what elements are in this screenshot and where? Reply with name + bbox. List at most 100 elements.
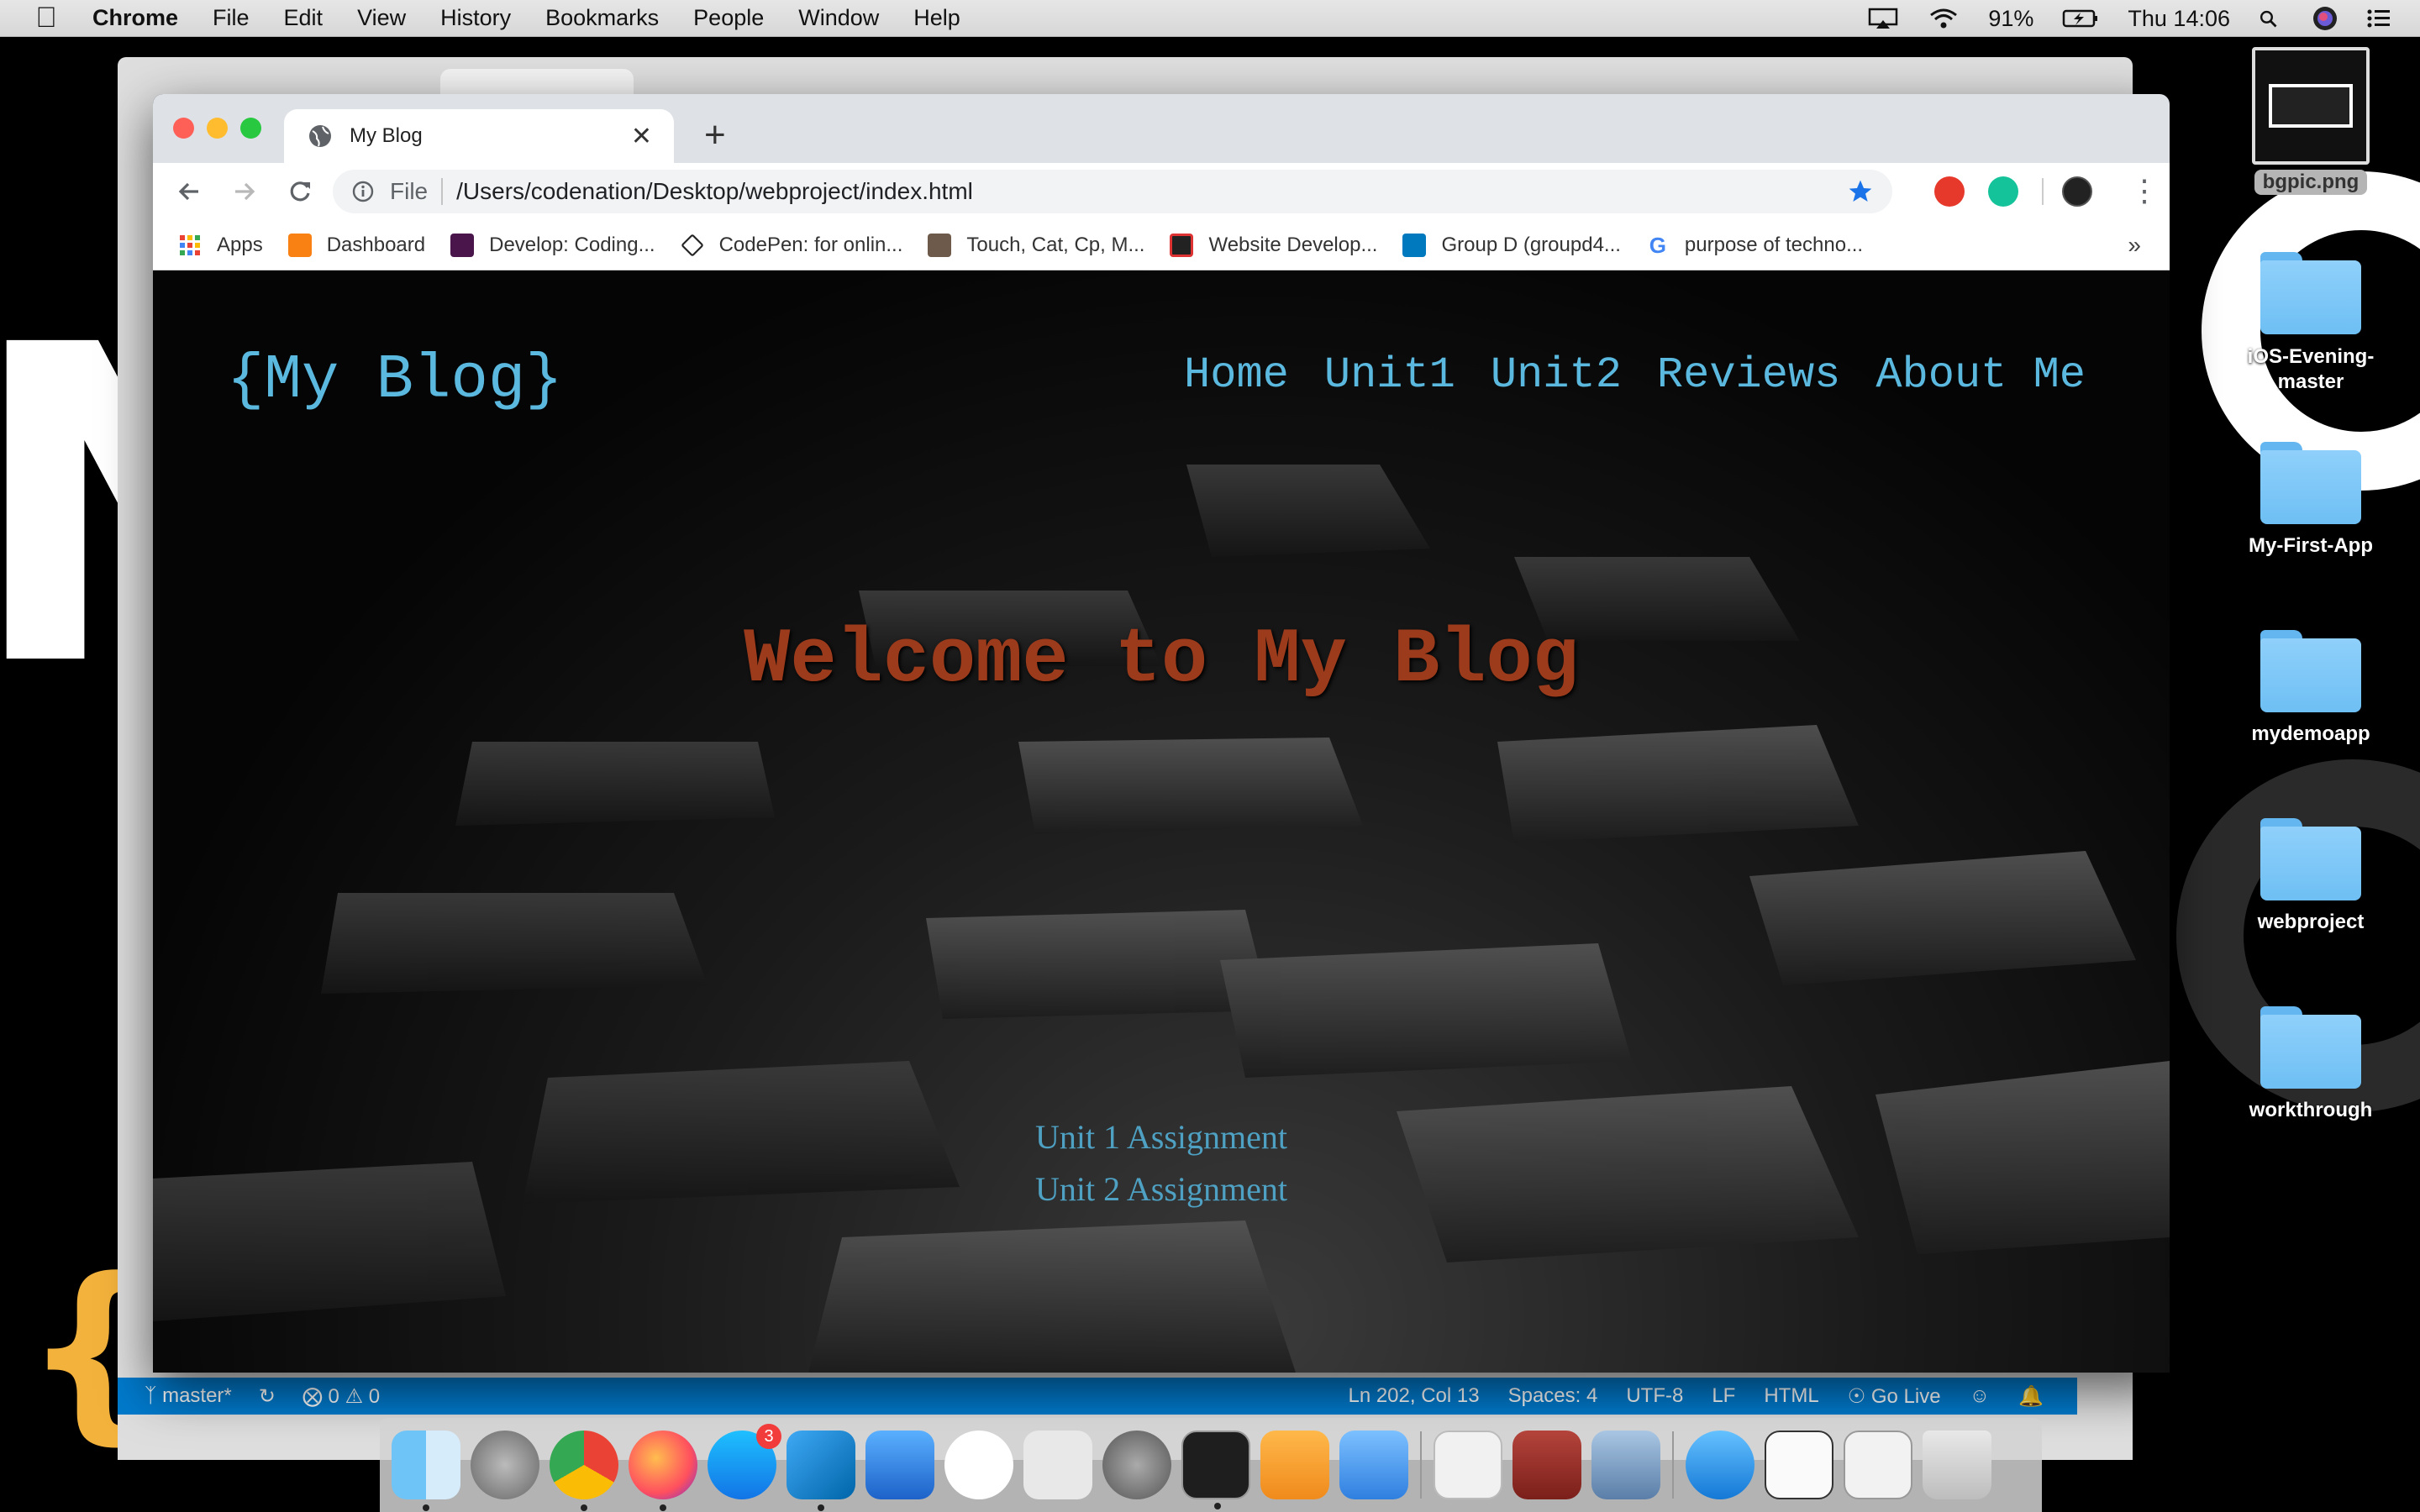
folder-icon: [2260, 1006, 2361, 1089]
minimize-window-button[interactable]: [207, 118, 228, 139]
bookmark-apps[interactable]: Apps: [178, 234, 263, 257]
git-branch[interactable]: ᛉ master*: [145, 1384, 232, 1408]
firefox-icon[interactable]: [629, 1431, 697, 1511]
tab-title: My Blog: [350, 124, 423, 147]
tab-my-blog[interactable]: My Blog ✕: [284, 109, 674, 163]
battery-icon[interactable]: [2062, 8, 2099, 29]
dictionary-icon[interactable]: [1512, 1431, 1581, 1499]
screenshots-stack-icon[interactable]: [1844, 1431, 1912, 1499]
notifications-bell-icon[interactable]: 🔔: [2018, 1384, 2044, 1409]
xcode-icon[interactable]: [865, 1431, 934, 1499]
moodle-icon: [287, 233, 312, 257]
menu-view[interactable]: View: [357, 5, 406, 31]
menu-bookmarks[interactable]: Bookmarks: [545, 5, 659, 31]
menu-file[interactable]: File: [213, 5, 250, 31]
new-tab-button[interactable]: +: [704, 114, 726, 156]
bookmarks-overflow-button[interactable]: »: [2128, 232, 2141, 259]
back-button[interactable]: [170, 172, 208, 211]
dock-separator: [1672, 1431, 1674, 1499]
applications-folder-icon[interactable]: [1686, 1431, 1754, 1499]
notification-center-icon[interactable]: [2366, 8, 2391, 29]
desktop-icon-workthrough[interactable]: workthrough: [2235, 1006, 2386, 1122]
finder-icon[interactable]: [392, 1431, 460, 1511]
nav-unit1[interactable]: Unit1: [1324, 350, 1455, 400]
encoding[interactable]: UTF-8: [1626, 1384, 1683, 1408]
preview-icon[interactable]: [1434, 1431, 1502, 1499]
sync-icon[interactable]: ↻: [259, 1384, 276, 1409]
bookmark-touch-cat[interactable]: Touch, Cat, Cp, M...: [928, 233, 1144, 257]
vscode-icon[interactable]: [786, 1431, 855, 1511]
bookmark-website-develop[interactable]: Website Develop...: [1170, 233, 1378, 257]
nav-home[interactable]: Home: [1184, 350, 1289, 400]
bookmark-purpose-techno[interactable]: G purpose of techno...: [1645, 233, 1863, 257]
siri-icon[interactable]: [2312, 6, 2338, 31]
address-bar[interactable]: File /Users/codenation/Desktop/webprojec…: [333, 170, 1892, 213]
trash-icon[interactable]: [1923, 1431, 1991, 1499]
menu-help[interactable]: Help: [913, 5, 960, 31]
screenshot-icon[interactable]: [1023, 1431, 1092, 1499]
image-capture-icon[interactable]: [1591, 1431, 1660, 1499]
tab-strip: My Blog ✕ +: [153, 94, 2170, 163]
app-store-icon[interactable]: 3: [708, 1424, 781, 1499]
nav-about-me[interactable]: About Me: [1876, 350, 2086, 400]
folder-icon: [2260, 252, 2361, 334]
menu-window[interactable]: Window: [798, 5, 879, 31]
bookmark-develop-coding[interactable]: Develop: Coding...: [450, 233, 655, 257]
menubar-clock[interactable]: Thu 14:06: [2128, 6, 2230, 32]
chrome-icon[interactable]: [550, 1431, 618, 1511]
close-tab-icon[interactable]: ✕: [631, 122, 652, 151]
reload-button[interactable]: [281, 172, 319, 211]
bookmark-codepen[interactable]: CodePen: for onlin...: [680, 234, 902, 257]
desktop-icon-mydemoapp[interactable]: mydemoapp: [2235, 630, 2386, 746]
system-preferences-icon[interactable]: [1102, 1431, 1171, 1499]
language-mode[interactable]: HTML: [1764, 1384, 1818, 1408]
indentation[interactable]: Spaces: 4: [1508, 1384, 1598, 1408]
close-window-button[interactable]: [173, 118, 194, 139]
go-live-button[interactable]: ☉ Go Live: [1848, 1384, 1941, 1409]
info-icon[interactable]: [351, 180, 375, 203]
bookmark-star-icon[interactable]: [1847, 178, 1874, 205]
nav-unit2[interactable]: Unit2: [1491, 350, 1622, 400]
image-thumbnail-icon: [2252, 47, 2370, 165]
nav-reviews[interactable]: Reviews: [1657, 350, 1840, 400]
menu-people[interactable]: People: [693, 5, 764, 31]
menu-edit[interactable]: Edit: [284, 5, 324, 31]
zoom-window-button[interactable]: [240, 118, 261, 139]
forward-button[interactable]: [225, 172, 264, 211]
grammarly-extension-icon[interactable]: [1988, 176, 2018, 207]
desktop-icon-my-first-app[interactable]: My-First-App: [2235, 442, 2386, 558]
chrome-menu-icon[interactable]: ⋮: [2129, 171, 2160, 210]
bookmark-group-d[interactable]: Group D (groupd4...: [1402, 233, 1621, 257]
problems-indicator[interactable]: ⨂ 0 ⚠ 0: [302, 1384, 380, 1409]
pages-icon[interactable]: [1260, 1431, 1329, 1499]
menu-app-name[interactable]: Chrome: [92, 5, 178, 31]
battery-percent: 91%: [1988, 5, 2034, 31]
menu-history[interactable]: History: [440, 5, 511, 31]
apple-menu-icon[interactable]: : [0, 2, 92, 34]
globe-icon: [309, 125, 331, 147]
cursor-position[interactable]: Ln 202, Col 13: [1348, 1384, 1479, 1408]
keynote-icon[interactable]: [1339, 1431, 1408, 1499]
desktop-icon-webproject[interactable]: webproject: [2235, 818, 2386, 934]
link-unit2-assignment[interactable]: Unit 2 Assignment: [153, 1163, 2170, 1215]
bookmark-label: Website Develop...: [1208, 233, 1378, 256]
link-unit1-assignment[interactable]: Unit 1 Assignment: [153, 1111, 2170, 1163]
launchpad-icon[interactable]: [471, 1431, 539, 1499]
menubar:  Chrome File Edit View History Bookmark…: [0, 0, 2420, 37]
blog-logo[interactable]: {My Blog}: [227, 345, 563, 416]
slack-app-icon[interactable]: [944, 1431, 1013, 1499]
wifi-icon[interactable]: [1928, 8, 1960, 29]
airplay-icon[interactable]: [1867, 8, 1899, 29]
adblock-extension-icon[interactable]: [1934, 176, 1965, 207]
desktop-icon-ios-evening-master[interactable]: iOS-Evening-master: [2235, 252, 2386, 395]
desktop-icon-bgpic[interactable]: bgpic.png: [2235, 47, 2386, 195]
bookmark-label: Group D (groupd4...: [1441, 233, 1621, 256]
spotlight-search-icon[interactable]: [2259, 8, 2284, 29]
feedback-icon[interactable]: ☺: [1970, 1384, 1991, 1408]
profile-avatar[interactable]: [2062, 176, 2092, 207]
line-ending[interactable]: LF: [1712, 1384, 1735, 1408]
address-url[interactable]: /Users/codenation/Desktop/webproject/ind…: [456, 178, 973, 205]
terminal-icon[interactable]: [1181, 1431, 1250, 1509]
bookmark-dashboard[interactable]: Dashboard: [287, 233, 425, 257]
downloads-stack-icon[interactable]: [1765, 1431, 1833, 1499]
